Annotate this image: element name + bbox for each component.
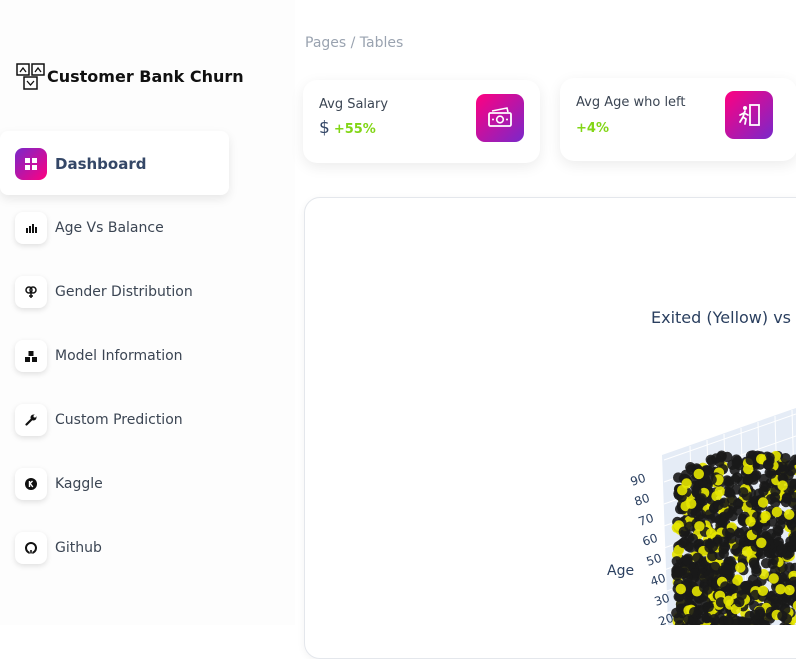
- scatter-point: [778, 465, 788, 475]
- scatter-point: [735, 562, 745, 572]
- scatter-point: [685, 542, 695, 552]
- scatter-point: [766, 469, 776, 479]
- scatter-point: [734, 528, 744, 538]
- scatter-point: [706, 475, 716, 485]
- scatter-point: [748, 574, 758, 584]
- scatter-point: [758, 497, 768, 507]
- scatter-point: [721, 564, 731, 574]
- scatter-point: [709, 614, 719, 624]
- scatter-point: [724, 487, 734, 497]
- scatter-point: [713, 500, 723, 510]
- age-tick-label: 70: [637, 511, 656, 529]
- scatter-point: [716, 452, 726, 462]
- scatter-point: [750, 610, 760, 620]
- scatter-point: [672, 556, 682, 566]
- scatter-point: [695, 509, 705, 519]
- scatter-point: [756, 538, 766, 548]
- age-tick-label: 80: [633, 491, 652, 509]
- scatter-point: [710, 562, 720, 572]
- scatter-point: [782, 614, 792, 624]
- scatter-point: [699, 582, 709, 592]
- scatter-point: [730, 474, 740, 484]
- age-tick-label: 60: [641, 531, 660, 549]
- scatter-point: [700, 597, 710, 607]
- scatter-point: [707, 551, 717, 561]
- scatter-point: [758, 586, 768, 596]
- scatter-point: [694, 469, 704, 479]
- scatter-point: [737, 590, 747, 600]
- scatter-point: [723, 615, 733, 625]
- scatter-point: [769, 573, 779, 583]
- scatter-point: [777, 480, 787, 490]
- scatter-3d-plot[interactable]: 9080706050403020 Age: [0, 0, 796, 625]
- scatter-point: [732, 543, 742, 553]
- scatter-point: [742, 546, 752, 556]
- scatter-point: [705, 539, 715, 549]
- scatter-point: [770, 498, 780, 508]
- scatter-point: [760, 511, 770, 521]
- scatter-point: [761, 558, 771, 568]
- scatter-point: [696, 493, 706, 503]
- scatter-point: [723, 508, 733, 518]
- scatter-point: [784, 509, 794, 519]
- age-tick-label: 50: [645, 551, 664, 569]
- scatter-point: [689, 607, 699, 617]
- scatter-point: [746, 455, 756, 465]
- scatter-point: [682, 573, 692, 583]
- scatter-point: [719, 548, 729, 558]
- scatter-point: [681, 478, 691, 488]
- scatter-point: [707, 456, 717, 466]
- scatter-point: [733, 499, 743, 509]
- scatter-point: [679, 527, 689, 537]
- scatter-point: [749, 557, 759, 567]
- plot-points: [671, 450, 796, 625]
- scatter-point: [777, 545, 787, 555]
- scatter-point: [710, 513, 720, 523]
- scatter-point: [682, 555, 692, 565]
- scatter-point: [745, 516, 755, 526]
- scatter-point: [694, 521, 704, 531]
- scatter-point: [732, 458, 742, 468]
- scatter-point: [720, 581, 730, 591]
- scatter-point: [772, 507, 782, 517]
- scatter-point: [784, 585, 794, 595]
- scatter-point: [719, 536, 729, 546]
- scatter-point: [752, 525, 762, 535]
- scatter-point: [706, 528, 716, 538]
- scatter-point: [692, 553, 702, 563]
- scatter-point: [723, 596, 733, 606]
- scatter-point: [775, 584, 785, 594]
- age-tick-label: 40: [649, 571, 668, 589]
- scatter-point: [686, 499, 696, 509]
- age-axis-label: Age: [607, 563, 634, 579]
- scatter-point: [743, 475, 753, 485]
- scatter-point: [725, 528, 735, 538]
- age-tick-label: 90: [629, 471, 648, 489]
- scatter-point: [738, 487, 748, 497]
- scatter-point: [676, 584, 686, 594]
- scatter-point: [782, 493, 792, 503]
